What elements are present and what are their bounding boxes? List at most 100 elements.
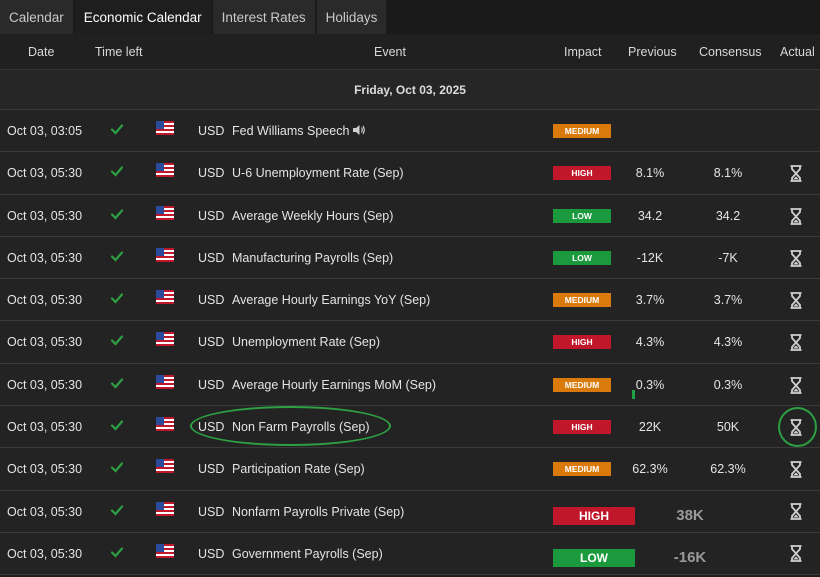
event-datetime: Oct 03, 05:30 <box>7 250 83 265</box>
previous-value: -16K <box>673 548 707 566</box>
previous-value: -12K <box>636 250 664 265</box>
date-group-header: Friday, Oct 03, 2025 <box>0 70 820 110</box>
hourglass-icon <box>789 419 803 436</box>
us-flag-icon <box>156 374 174 389</box>
hourglass-icon <box>789 207 803 225</box>
us-flag-icon <box>156 501 174 516</box>
previous-value: 62.3% <box>632 462 668 477</box>
hourglass-icon <box>789 461 803 479</box>
currency-code: USD <box>198 546 225 561</box>
hourglass-icon <box>789 502 803 520</box>
check-icon <box>110 207 124 221</box>
column-header-impact[interactable]: Impact <box>564 45 602 59</box>
table-row[interactable]: Oct 03, 05:30 USD U-6 Unemployment Rate … <box>0 152 820 195</box>
previous-value: 0.3% <box>635 377 665 392</box>
tab-economic-calendar[interactable]: Economic Calendar <box>74 0 211 34</box>
event-name[interactable]: Manufacturing Payrolls (Sep) <box>232 251 393 265</box>
check-icon <box>110 460 124 474</box>
check-icon <box>110 122 124 136</box>
previous-value: 22K <box>638 420 662 435</box>
consensus-value: 34.2 <box>715 208 741 223</box>
currency-code: USD <box>198 504 225 519</box>
consensus-value: 62.3% <box>710 462 746 477</box>
hourglass-icon <box>789 545 803 562</box>
event-name[interactable]: Non Farm Payrolls (Sep) <box>232 420 370 434</box>
impact-badge: HIGH <box>553 166 611 181</box>
consensus-value: 0.3% <box>713 377 743 392</box>
previous-value: 34.2 <box>637 208 663 223</box>
column-header-actual[interactable]: Actual <box>780 45 815 59</box>
consensus-value: -7K <box>718 250 738 265</box>
speaker-icon[interactable] <box>352 124 366 139</box>
consensus-value: 8.1% <box>713 166 743 181</box>
event-datetime: Oct 03, 05:30 <box>7 335 83 350</box>
check-icon <box>110 545 124 559</box>
event-name[interactable]: Average Hourly Earnings YoY (Sep) <box>232 293 430 307</box>
event-datetime: Oct 03, 05:30 <box>7 208 83 223</box>
us-flag-icon <box>156 332 174 347</box>
column-header-time-left[interactable]: Time left <box>95 45 142 59</box>
event-datetime: Oct 03, 05:30 <box>7 546 83 561</box>
us-flag-icon <box>156 163 174 178</box>
tab-bar: Calendar Economic Calendar Interest Rate… <box>0 0 820 34</box>
column-header-date[interactable]: Date <box>28 45 54 59</box>
previous-value: 3.7% <box>635 293 665 308</box>
event-name[interactable]: U-6 Unemployment Rate (Sep) <box>232 166 404 180</box>
hourglass-icon <box>789 249 803 267</box>
event-name[interactable]: Participation Rate (Sep) <box>232 462 365 476</box>
hourglass-icon <box>789 376 803 394</box>
impact-badge: HIGH <box>553 420 611 435</box>
table-row[interactable]: Oct 03, 05:30 USD Nonfarm Payrolls Priva… <box>0 490 820 533</box>
event-datetime: Oct 03, 05:30 <box>7 293 83 308</box>
table-row[interactable]: Oct 03, 05:30 USD Average Weekly Hours (… <box>0 194 820 237</box>
table-row[interactable]: Oct 03, 05:30 USD Manufacturing Payrolls… <box>0 236 820 280</box>
us-flag-icon <box>156 247 174 262</box>
consensus-value: 50K <box>716 420 740 435</box>
us-flag-icon <box>156 459 174 474</box>
tab-calendar[interactable]: Calendar <box>0 0 73 34</box>
table-row[interactable]: Oct 03, 05:30 USD Non Farm Payrolls (Sep… <box>0 406 820 449</box>
table-row[interactable]: Oct 03, 05:30 USD Government Payrolls (S… <box>0 532 820 576</box>
column-header-previous[interactable]: Previous <box>628 45 677 59</box>
consensus-value: 3.7% <box>713 293 743 308</box>
impact-badge: LOW <box>553 208 611 223</box>
us-flag-icon <box>156 121 174 135</box>
currency-code: USD <box>198 420 225 435</box>
currency-code: USD <box>198 377 225 392</box>
table-row[interactable]: Oct 03, 05:30 USD Unemployment Rate (Sep… <box>0 321 820 364</box>
tab-interest-rates[interactable]: Interest Rates <box>212 0 315 34</box>
event-datetime: Oct 03, 05:30 <box>7 462 83 477</box>
consensus-value: 4.3% <box>713 335 743 350</box>
table-row[interactable]: Oct 03, 05:30 USD Participation Rate (Se… <box>0 448 820 491</box>
hourglass-icon <box>789 292 803 310</box>
event-name[interactable]: Government Payrolls (Sep) <box>232 547 383 561</box>
chart-marker <box>632 390 635 399</box>
check-icon <box>110 333 124 347</box>
us-flag-icon <box>156 290 174 305</box>
column-header-event[interactable]: Event <box>374 45 406 59</box>
event-name[interactable]: Average Hourly Earnings MoM (Sep) <box>232 378 436 392</box>
check-icon <box>110 249 124 263</box>
event-datetime: Oct 03, 05:30 <box>7 166 83 181</box>
table-row[interactable]: Oct 03, 03:05 USD Fed Williams Speech ME… <box>0 110 820 153</box>
check-icon <box>110 164 124 178</box>
impact-badge: HIGH <box>553 335 611 350</box>
impact-badge: MEDIUM <box>553 293 611 308</box>
currency-code: USD <box>198 166 225 181</box>
check-icon <box>110 503 124 517</box>
event-name[interactable]: Average Weekly Hours (Sep) <box>232 209 393 223</box>
event-name[interactable]: Nonfarm Payrolls Private (Sep) <box>232 505 404 519</box>
check-icon <box>110 291 124 305</box>
event-name[interactable]: Unemployment Rate (Sep) <box>232 335 380 349</box>
column-header-consensus[interactable]: Consensus <box>699 45 762 59</box>
tab-holidays[interactable]: Holidays <box>316 0 387 34</box>
table-row[interactable]: Oct 03, 05:30 USD Average Hourly Earning… <box>0 279 820 322</box>
impact-badge: MEDIUM <box>553 462 611 477</box>
currency-code: USD <box>198 462 225 477</box>
table-row[interactable]: Oct 03, 05:30 USD Average Hourly Earning… <box>0 363 820 407</box>
event-name[interactable]: Fed Williams Speech <box>232 124 366 139</box>
event-datetime: Oct 03, 05:30 <box>7 377 83 392</box>
currency-code: USD <box>198 208 225 223</box>
currency-code: USD <box>198 250 225 265</box>
impact-badge: LOW <box>553 250 611 265</box>
